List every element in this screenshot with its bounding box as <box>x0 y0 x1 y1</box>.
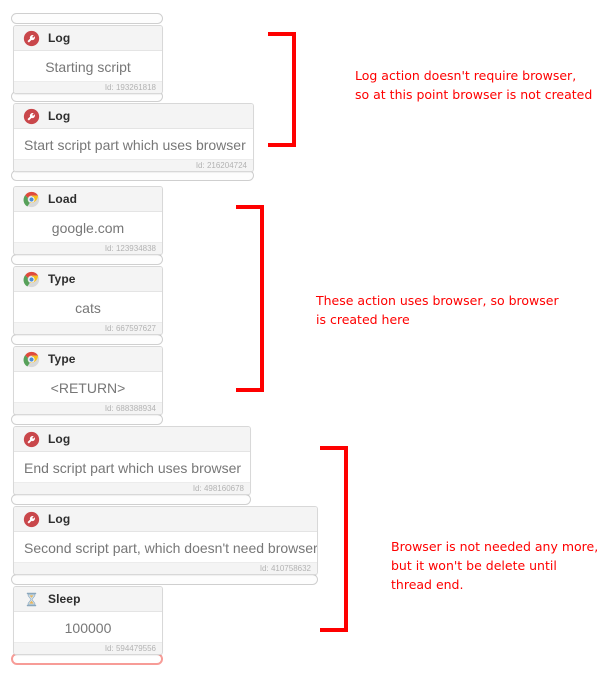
card-id: Id: 498160678 <box>14 482 250 494</box>
log-wrench-icon <box>23 30 40 46</box>
log-wrench-icon <box>23 108 40 124</box>
card-header: Sleep <box>14 587 162 612</box>
log-wrench-icon <box>23 511 40 527</box>
card-value: cats <box>14 292 162 322</box>
card-header: Type <box>14 347 162 372</box>
action-card[interactable]: Log End script part which uses browser I… <box>13 426 251 495</box>
card-value: <RETURN> <box>14 372 162 402</box>
card-action-name: Log <box>48 109 71 123</box>
chrome-icon <box>23 351 40 367</box>
log-wrench-icon <box>23 431 40 447</box>
card-header: Load <box>14 187 162 212</box>
card-id: Id: 216204724 <box>14 159 253 171</box>
card-action-name: Sleep <box>48 592 81 606</box>
card-id: Id: 193261818 <box>14 81 162 93</box>
annotation-bracket-log <box>268 32 296 147</box>
action-card[interactable]: Sleep 100000 Id: 594479556 <box>13 586 163 655</box>
dropzone-4[interactable] <box>11 334 163 345</box>
card-id: Id: 123934838 <box>14 242 162 254</box>
dropzone-5[interactable] <box>11 414 163 425</box>
chrome-icon <box>23 191 40 207</box>
action-card[interactable]: Type <RETURN> Id: 688388934 <box>13 346 163 415</box>
card-id: Id: 688388934 <box>14 402 162 414</box>
card-value: Starting script <box>14 51 162 81</box>
hourglass-icon <box>26 592 37 606</box>
card-value: End script part which uses browser <box>14 452 250 482</box>
script-editor-canvas: Log Starting script Id: 193261818 Log St… <box>0 0 616 690</box>
action-card[interactable]: Type cats Id: 667597627 <box>13 266 163 335</box>
action-card[interactable]: Log Second script part, which doesn't ne… <box>13 506 318 575</box>
action-card[interactable]: Log Starting script Id: 193261818 <box>13 25 163 94</box>
card-action-name: Load <box>48 192 78 206</box>
dropzone-7[interactable] <box>11 574 318 585</box>
action-card[interactable]: Log Start script part which uses browser… <box>13 103 254 172</box>
card-action-name: Log <box>48 512 71 526</box>
card-id: Id: 594479556 <box>14 642 162 654</box>
card-header: Log <box>14 104 253 129</box>
card-action-name: Log <box>48 31 71 45</box>
card-id: Id: 410758632 <box>14 562 317 574</box>
card-value: google.com <box>14 212 162 242</box>
card-action-name: Type <box>48 272 76 286</box>
annotation-text-browser-created: These action uses browser, so browser is… <box>316 293 559 327</box>
annotation-bracket-browser-created <box>236 205 264 392</box>
card-header: Log <box>14 26 162 51</box>
card-value: Start script part which uses browser <box>14 129 253 159</box>
card-header: Log <box>14 427 250 452</box>
card-value: Second script part, which doesn't need b… <box>14 532 317 562</box>
card-header: Log <box>14 507 317 532</box>
annotation-text-log: Log action doesn't require browser, so a… <box>355 68 593 102</box>
dropzone-0[interactable] <box>11 13 163 24</box>
card-action-name: Type <box>48 352 76 366</box>
annotation-bracket-browser-unused <box>320 446 348 632</box>
card-id: Id: 667597627 <box>14 322 162 334</box>
chrome-icon <box>23 271 40 287</box>
dropzone-6[interactable] <box>11 494 251 505</box>
action-card[interactable]: Load google.com Id: 123934838 <box>13 186 163 255</box>
card-header: Type <box>14 267 162 292</box>
card-value: 100000 <box>14 612 162 642</box>
dropzone-3[interactable] <box>11 254 163 265</box>
annotation-text-browser-unused: Browser is not needed any more, but it w… <box>391 539 599 592</box>
card-action-name: Log <box>48 432 71 446</box>
